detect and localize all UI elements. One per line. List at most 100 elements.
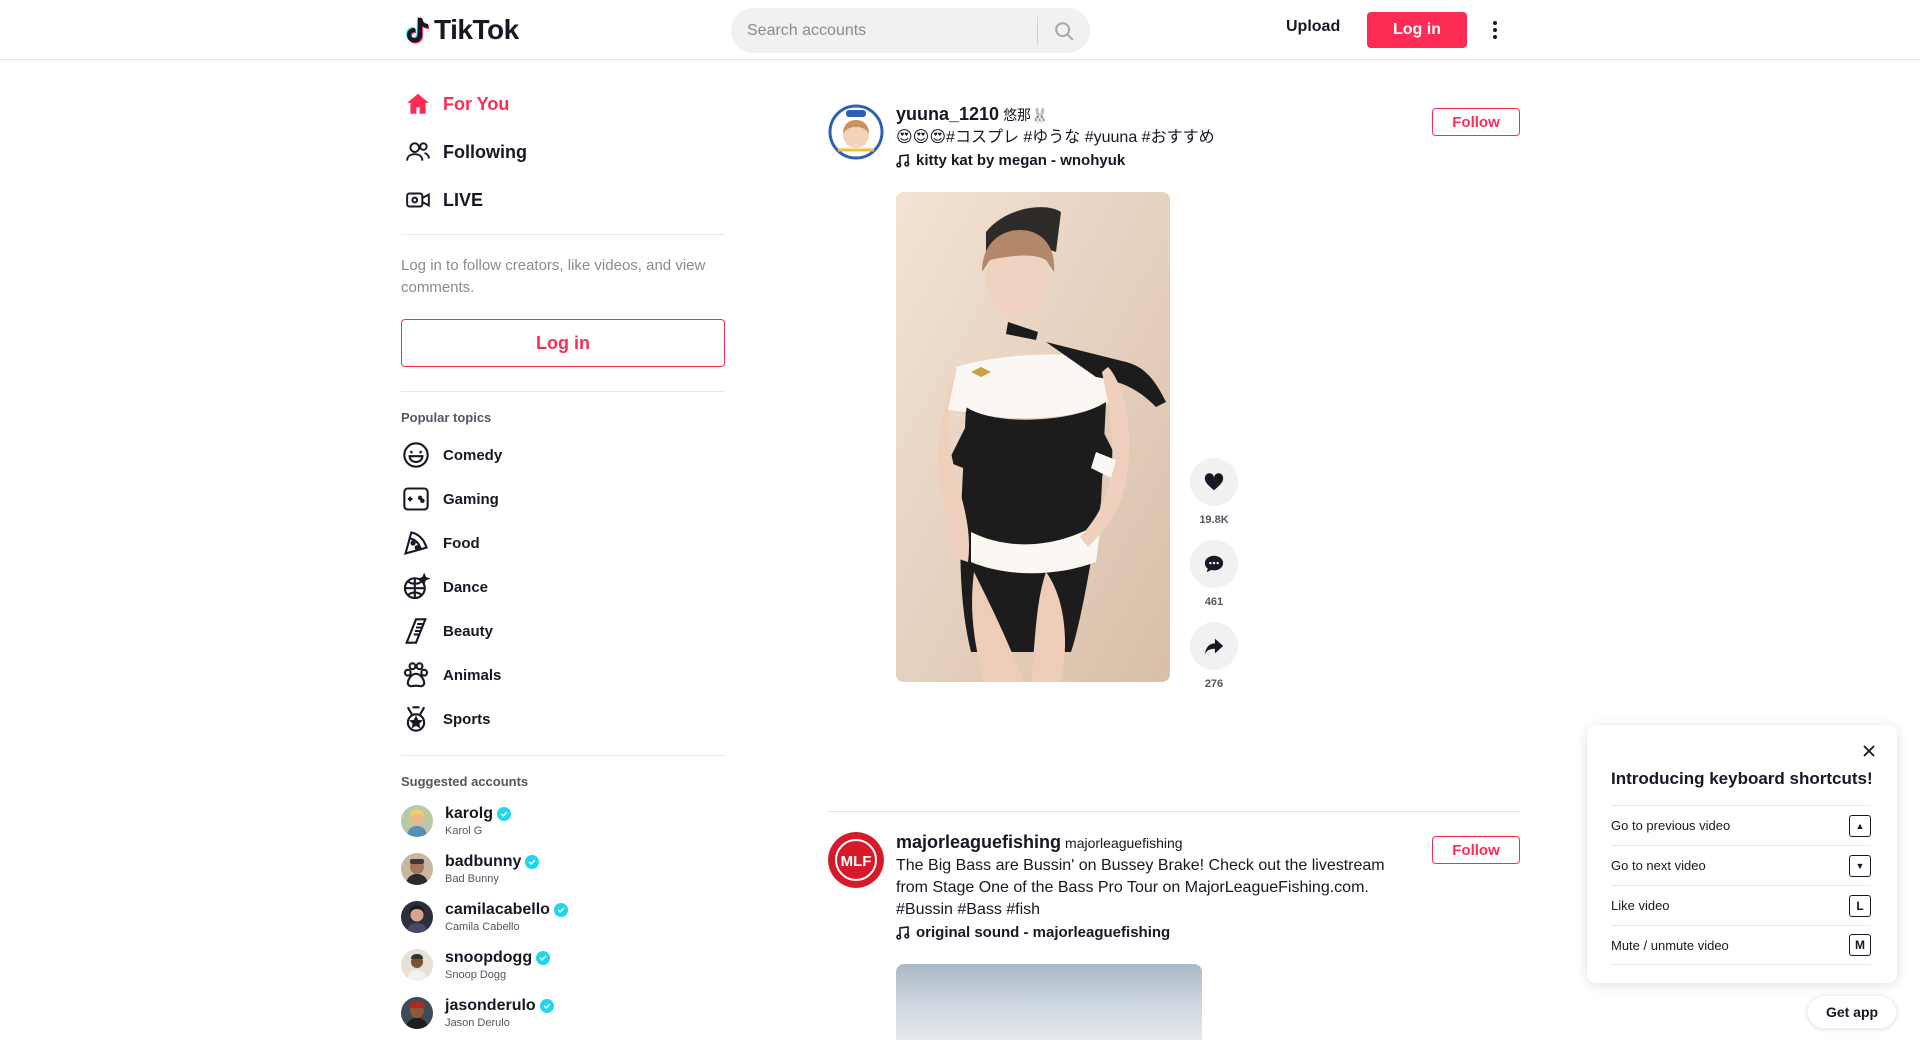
upload-button[interactable]: Upload (1286, 18, 1340, 36)
follow-button[interactable]: Follow (1432, 108, 1520, 136)
verified-badge-icon (539, 999, 554, 1013)
suggested-account-snoopdogg[interactable]: snoopdogg Snoop Dogg (401, 941, 725, 989)
post-avatar[interactable] (828, 104, 884, 160)
sidebar-divider (401, 391, 725, 392)
nav-following[interactable]: Following (401, 128, 725, 176)
share-button[interactable] (1190, 622, 1238, 670)
topic-comedy[interactable]: Comedy (401, 433, 725, 477)
paw-icon (401, 660, 431, 690)
get-app-button[interactable]: Get app (1808, 996, 1896, 1028)
account-display-name: Karol G (445, 825, 483, 837)
header-login-button[interactable]: Log in (1367, 12, 1467, 48)
shortcut-row: Go to previous video ▲ (1611, 805, 1871, 845)
heart-icon (1204, 473, 1224, 491)
post-username[interactable]: majorleaguefishing (896, 832, 1061, 853)
topic-label: Animals (443, 666, 502, 684)
account-username: karolg (445, 805, 494, 822)
topic-sports[interactable]: Sports (401, 697, 725, 741)
topic-label: Sports (443, 710, 491, 728)
shortcuts-title: Introducing keyboard shortcuts! (1611, 769, 1873, 788)
music-note-icon (896, 153, 910, 168)
video-player[interactable] (896, 192, 1170, 682)
sidebar: For You Following LIVE Log in to follow … (401, 80, 725, 1037)
home-icon (403, 89, 433, 119)
search-button[interactable] (1038, 8, 1090, 53)
post-actions: 19.8K 461 276 (1190, 458, 1238, 704)
live-icon (403, 185, 433, 215)
more-vertical-icon (1493, 21, 1497, 39)
shortcut-label: Go to previous video (1611, 818, 1731, 833)
login-hint: Log in to follow creators, like videos, … (401, 257, 706, 296)
comment-button[interactable] (1190, 540, 1238, 588)
topic-food[interactable]: Food (401, 521, 725, 565)
nav-live[interactable]: LIVE (401, 176, 725, 224)
avatar (401, 997, 433, 1029)
topic-label: Gaming (443, 490, 499, 508)
follow-button[interactable]: Follow (1432, 836, 1520, 864)
shortcut-row: Mute / unmute video M (1611, 925, 1871, 965)
sidebar-divider (401, 755, 725, 756)
music-title: kitty kat by megan - wnohyuk (916, 152, 1126, 169)
suggested-account-karolg[interactable]: karolg Karol G (401, 797, 725, 845)
account-display-name: Jason Derulo (445, 1017, 510, 1029)
topic-beauty[interactable]: Beauty (401, 609, 725, 653)
post-divider (828, 811, 1520, 812)
key-l-icon: L (1849, 894, 1871, 917)
account-username: badbunny (445, 853, 522, 870)
dance-icon (401, 572, 431, 602)
account-username: snoopdogg (445, 949, 533, 966)
post-music-link[interactable]: kitty kat by megan - wnohyuk (896, 152, 1396, 169)
keyboard-shortcuts-panel: Introducing keyboard shortcuts! Go to pr… (1587, 725, 1897, 983)
share-icon (1204, 638, 1224, 655)
post-music-link[interactable]: original sound - majorleaguefishing (896, 924, 1396, 941)
account-display-name: Bad Bunny (445, 873, 499, 885)
video-player[interactable] (896, 964, 1202, 1040)
popular-topics-title: Popular topics (401, 410, 492, 425)
post-avatar[interactable]: MLF (828, 832, 884, 888)
close-shortcuts-button[interactable] (1857, 739, 1881, 763)
search-icon (1055, 21, 1074, 40)
music-title: original sound - majorleaguefishing (916, 924, 1171, 941)
account-username: camilacabello (445, 901, 550, 918)
verified-badge-icon (536, 951, 551, 965)
share-count: 276 (1204, 678, 1224, 690)
post-username[interactable]: yuuna_1210 (896, 104, 999, 125)
tiktok-logo[interactable]: TikTok (404, 14, 519, 46)
feed-post: MLF majorleaguefishing majorleaguefishin… (828, 832, 1520, 1040)
topic-dance[interactable]: Dance (401, 565, 725, 609)
topic-gaming[interactable]: Gaming (401, 477, 725, 521)
beauty-icon (401, 616, 431, 646)
post-caption: 😍😍😍#コスプレ #ゆうな #yuuna #おすすめ (896, 129, 1215, 146)
feed-post: yuuna_1210 悠那🐰 😍😍😍#コスプレ #ゆうな #yuuna #おすす… (828, 104, 1520, 794)
topic-animals[interactable]: Animals (401, 653, 725, 697)
tiktok-note-icon (406, 17, 429, 44)
shortcut-label: Like video (1611, 898, 1670, 913)
like-button[interactable] (1190, 458, 1238, 506)
comment-icon (1204, 555, 1224, 573)
music-note-icon (896, 925, 910, 940)
following-icon (403, 137, 433, 167)
avatar (401, 949, 433, 981)
suggested-account-camilacabello[interactable]: camilacabello Camila Cabello (401, 893, 725, 941)
avatar (401, 805, 433, 837)
shortcut-row: Go to next video ▼ (1611, 845, 1871, 885)
shortcuts-list: Go to previous video ▲ Go to next video … (1611, 805, 1871, 965)
suggested-account-jasonderulo[interactable]: jasonderulo Jason Derulo (401, 989, 725, 1037)
account-display-name: Camila Cabello (445, 921, 520, 933)
verified-badge-icon (553, 903, 568, 917)
suggested-account-badbunny[interactable]: badbunny Bad Bunny (401, 845, 725, 893)
search-input[interactable] (731, 8, 1037, 53)
comedy-icon (401, 440, 431, 470)
sidebar-login-button[interactable]: Log in (401, 319, 725, 367)
food-icon (401, 528, 431, 558)
shortcut-row: Like video L (1611, 885, 1871, 925)
more-options-button[interactable] (1487, 16, 1503, 44)
post-info: yuuna_1210 悠那🐰 😍😍😍#コスプレ #ゆうな #yuuna #おすす… (896, 104, 1396, 169)
avatar (401, 901, 433, 933)
nav-for-you[interactable]: For You (401, 80, 725, 128)
suggested-accounts-title: Suggested accounts (401, 774, 529, 789)
video-thumbnail (896, 192, 1170, 682)
medal-icon (401, 704, 431, 734)
post-nickname: 悠那🐰 (1003, 107, 1049, 123)
key-up-icon: ▲ (1849, 814, 1871, 837)
